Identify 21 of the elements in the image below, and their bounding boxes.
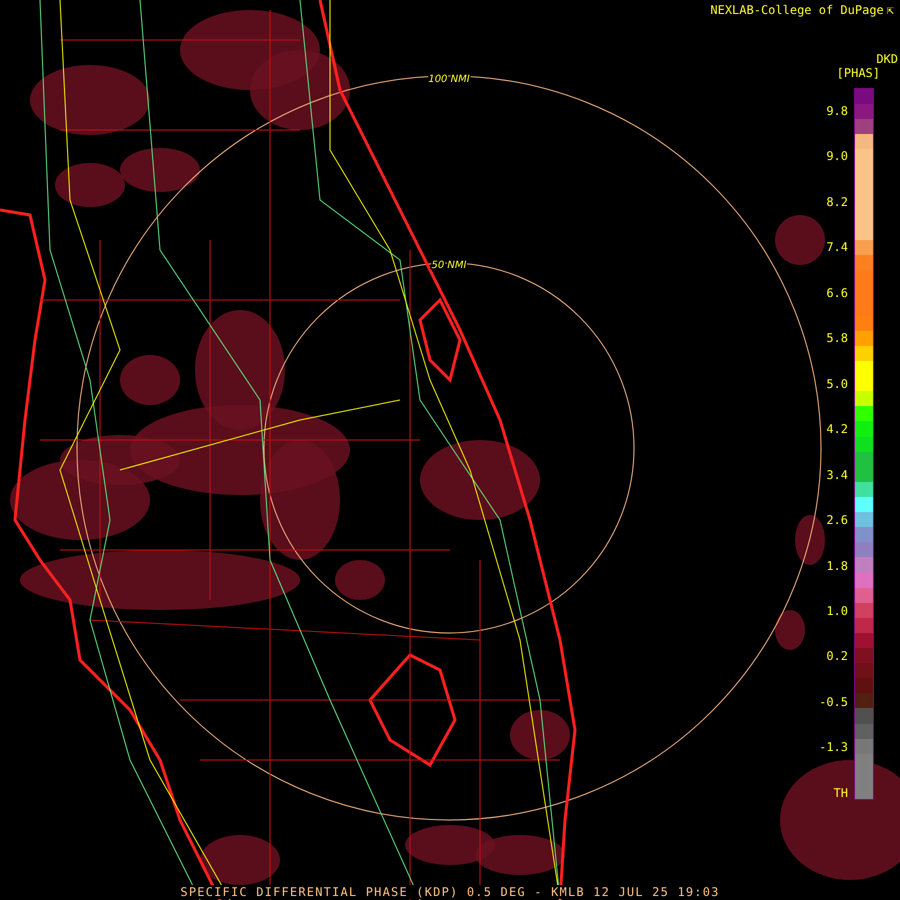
external-link-icon[interactable]: ⇱ — [886, 3, 894, 17]
legend-label: 8.2 — [826, 194, 848, 209]
legend-label: 9.0 — [826, 149, 848, 164]
legend-label: 9.8 — [826, 104, 848, 118]
legend-title: [PHAS] — [836, 66, 880, 80]
credit-text: NEXLAB-College of DuPage — [710, 3, 884, 17]
range-ring-label: 100 NMI — [428, 74, 470, 85]
legend-label: 3.4 — [826, 468, 848, 482]
legend-label: 1.8 — [826, 558, 848, 573]
legend-unit: DKD — [876, 52, 898, 66]
legend-label: 5.0 — [826, 376, 848, 391]
legend-label: 2.6 — [826, 513, 848, 528]
legend-label: -0.5 — [819, 694, 848, 709]
legend-label: 4.2 — [826, 422, 848, 436]
legend-label: -1.3 — [819, 740, 848, 754]
legend-label: 7.4 — [826, 240, 848, 254]
legend-label: 0.2 — [826, 649, 848, 664]
legend-label: TH — [834, 786, 848, 800]
legend-label: 1.0 — [826, 604, 848, 618]
legend-label: 5.8 — [826, 331, 848, 346]
legend-label: 6.6 — [826, 286, 848, 300]
